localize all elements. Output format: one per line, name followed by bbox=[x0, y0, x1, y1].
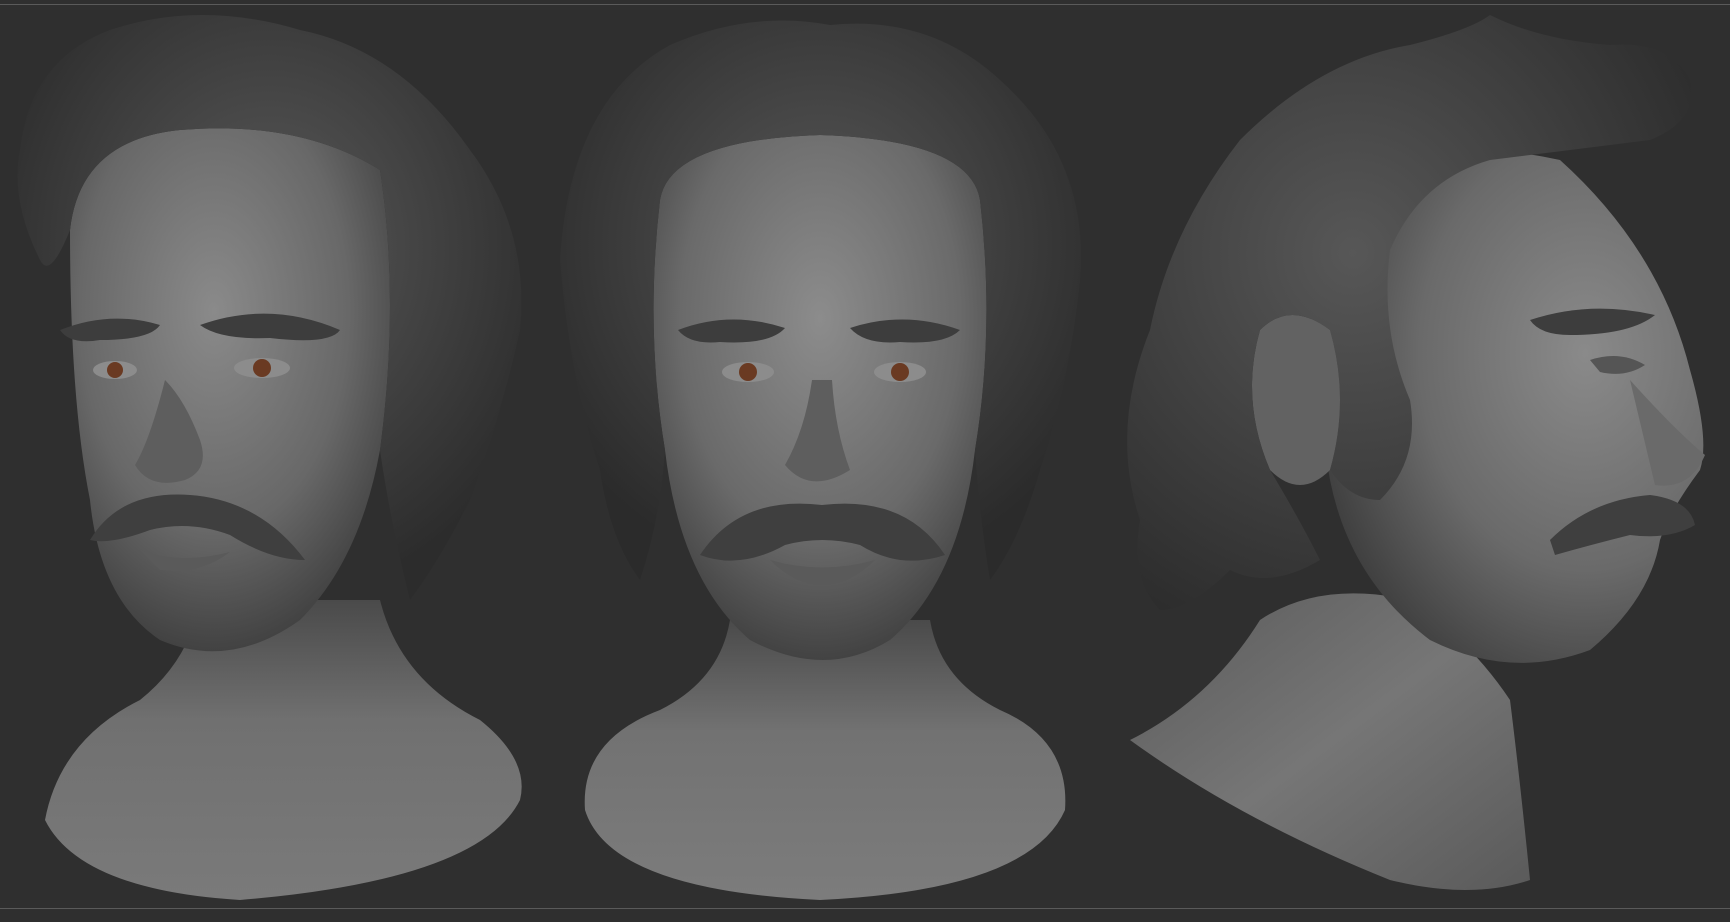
bust-render-profile bbox=[1090, 0, 1730, 922]
bust-render-three-quarter bbox=[0, 0, 560, 922]
viewport-bottom-border bbox=[0, 908, 1730, 909]
bust-render-front bbox=[550, 0, 1100, 922]
sculpt-viewport[interactable] bbox=[0, 0, 1730, 922]
